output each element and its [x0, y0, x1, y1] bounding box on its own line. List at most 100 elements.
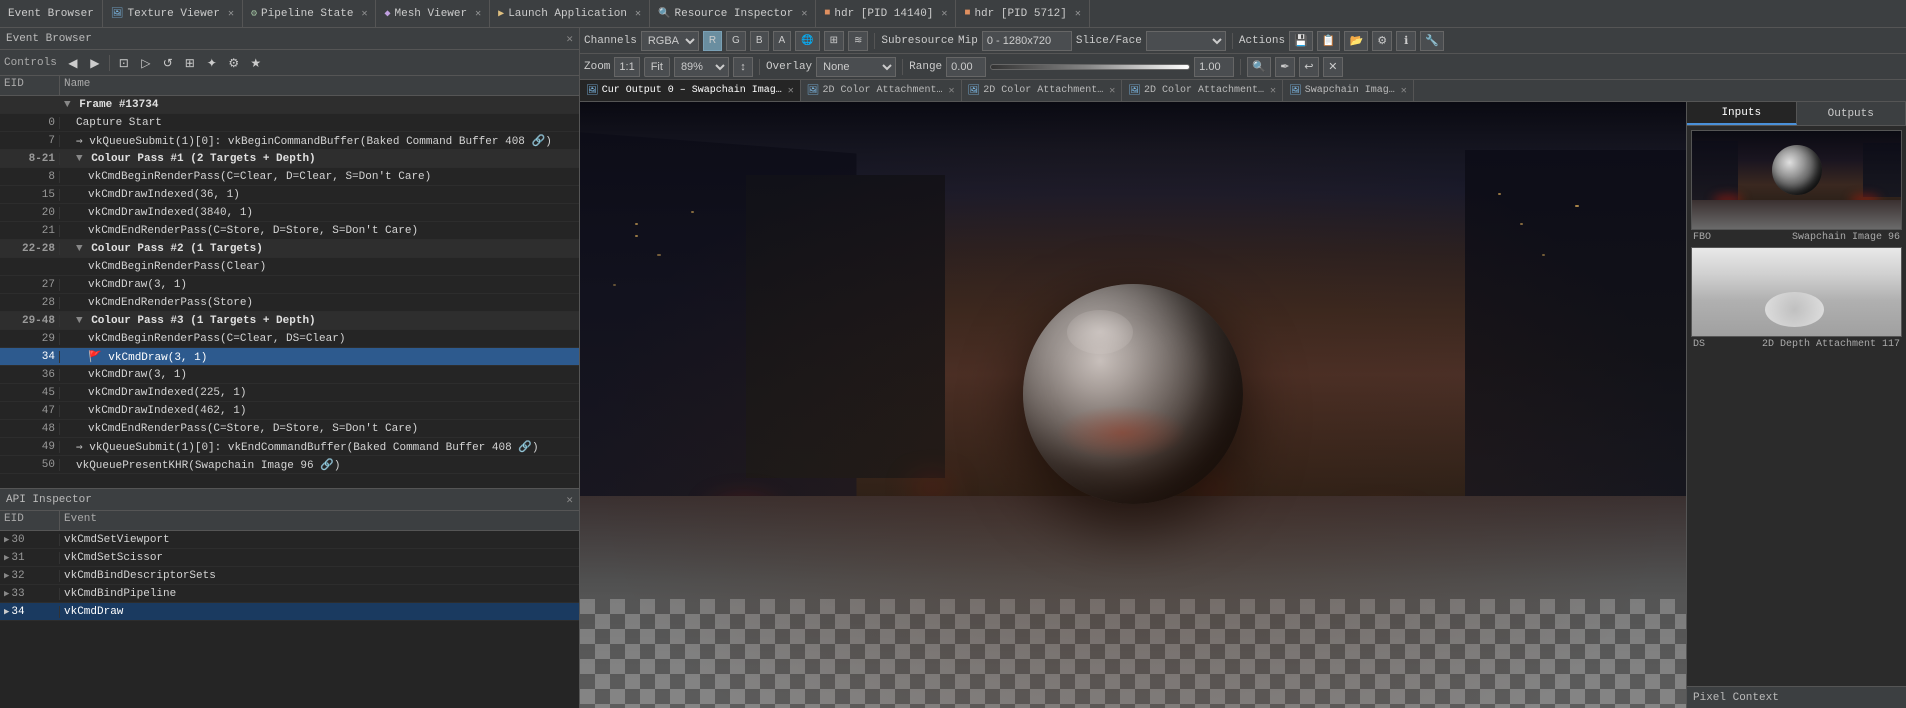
next-event-btn[interactable]: ▶	[85, 53, 105, 73]
zoom-flip-btn[interactable]: ↕	[733, 57, 753, 77]
table-row[interactable]: 7 ⇒ vkQueueSubmit(1)[0]: vkBeginCommandB…	[0, 132, 579, 150]
step-btn[interactable]: ⊞	[180, 53, 200, 73]
table-row[interactable]: 15 vkCmdDrawIndexed(36, 1)	[0, 186, 579, 204]
tab-mesh-viewer[interactable]: ◆ Mesh Viewer ✕	[376, 0, 490, 28]
close-mesh-viewer[interactable]: ✕	[475, 8, 481, 20]
table-row[interactable]: 48 vkCmdEndRenderPass(C=Store, D=Store, …	[0, 420, 579, 438]
texture-canvas[interactable]	[580, 102, 1686, 708]
table-row[interactable]: 28 vkCmdEndRenderPass(Store)	[0, 294, 579, 312]
output-tab-2d-color-2[interactable]: 🖼 2D Color Attachment… ✕	[962, 80, 1123, 101]
fbo-thumbnail-label: FBO Swapchain Image 96	[1691, 232, 1902, 243]
table-row[interactable]: 8-21 ▼ Colour Pass #1 (2 Targets + Depth…	[0, 150, 579, 168]
overlay-select[interactable]: None	[816, 57, 896, 77]
tab-launch-app[interactable]: ▶ Launch Application ✕	[490, 0, 650, 28]
close-hdr-5712[interactable]: ✕	[1075, 8, 1081, 20]
api-row[interactable]: ▶ 31 vkCmdSetScissor	[0, 549, 579, 567]
table-row[interactable]: 21 vkCmdEndRenderPass(C=Store, D=Store, …	[0, 222, 579, 240]
api-row[interactable]: ▶ 30 vkCmdSetViewport	[0, 531, 579, 549]
range-min-input[interactable]	[946, 57, 986, 77]
table-row-selected[interactable]: 34 🚩 vkCmdDraw(3, 1)	[0, 348, 579, 366]
play-btn[interactable]: ▷	[136, 53, 156, 73]
zoom-in-btn[interactable]: 🔍	[1247, 57, 1271, 77]
table-row[interactable]: 20 vkCmdDrawIndexed(3840, 1)	[0, 204, 579, 222]
channel-grid-btn[interactable]: ⊞	[824, 31, 844, 51]
slice-face-select[interactable]	[1146, 31, 1226, 51]
debug-btn[interactable]: ✦	[202, 53, 222, 73]
tab-outputs[interactable]: Outputs	[1797, 102, 1906, 125]
zoom-percent-select[interactable]: 89%	[674, 57, 729, 77]
table-row[interactable]: 49 ⇒ vkQueueSubmit(1)[0]: vkEndCommandBu…	[0, 438, 579, 456]
table-row[interactable]: 0 Capture Start	[0, 114, 579, 132]
channels-select[interactable]: RGBA	[641, 31, 699, 51]
tab-resource-inspector[interactable]: 🔍 Resource Inspector ✕	[650, 0, 816, 28]
event-list[interactable]: ▼ Frame #13734 0 Capture Start 7 ⇒ vkQue…	[0, 96, 579, 488]
table-row[interactable]: 45 vkCmdDrawIndexed(225, 1)	[0, 384, 579, 402]
output-tab-cur-output-0[interactable]: 🖼 Cur Output 0 – Swapchain Imag… ✕	[580, 80, 801, 101]
tab-inputs[interactable]: Inputs	[1687, 102, 1797, 125]
close-texture-viewer[interactable]: ✕	[228, 8, 234, 20]
channel-a-btn[interactable]: A	[773, 31, 792, 51]
output-tab-2d-color-1[interactable]: 🖼 2D Color Attachment… ✕	[801, 80, 962, 101]
channel-wave-btn[interactable]: ≋	[848, 31, 868, 51]
close-pipeline-state[interactable]: ✕	[361, 8, 367, 20]
tab-texture-viewer[interactable]: 🖼 Texture Viewer ✕	[103, 0, 243, 28]
close-2d-color-3[interactable]: ✕	[1270, 85, 1276, 97]
thumb-floor	[1692, 200, 1901, 229]
zoom-11-btn[interactable]: 1:1	[614, 57, 639, 77]
depth-thumbnail-image[interactable]	[1691, 247, 1902, 337]
table-row[interactable]: 27 vkCmdDraw(3, 1)	[0, 276, 579, 294]
action-info-btn[interactable]: ℹ	[1396, 31, 1416, 51]
action-settings2-btn[interactable]: ⚙	[1372, 31, 1392, 51]
channel-globe-btn[interactable]: 🌐	[795, 31, 819, 51]
table-row[interactable]: 22-28 ▼ Colour Pass #2 (1 Targets)	[0, 240, 579, 258]
close-swapchain-2[interactable]: ✕	[1401, 85, 1407, 97]
table-row[interactable]: 47 vkCmdDrawIndexed(462, 1)	[0, 402, 579, 420]
action-save-btn[interactable]: 💾	[1289, 31, 1313, 51]
table-row[interactable]: 29 vkCmdBeginRenderPass(C=Clear, DS=Clea…	[0, 330, 579, 348]
table-row[interactable]: 8 vkCmdBeginRenderPass(C=Clear, D=Clear,…	[0, 168, 579, 186]
loop-btn[interactable]: ↺	[158, 53, 178, 73]
fbo-thumbnail-image[interactable]	[1691, 130, 1902, 230]
close-resource-inspector[interactable]: ✕	[801, 8, 807, 20]
capture-btn[interactable]: ⊡	[114, 53, 134, 73]
table-row[interactable]: ▼ Frame #13734	[0, 96, 579, 114]
redo-btn[interactable]: ✕	[1323, 57, 1343, 77]
prev-event-btn[interactable]: ◀	[63, 53, 83, 73]
action-copy-btn[interactable]: 📋	[1317, 31, 1341, 51]
api-row[interactable]: ▶ 33 vkCmdBindPipeline	[0, 585, 579, 603]
channel-g-btn[interactable]: G	[726, 31, 746, 51]
api-row[interactable]: ▶ 32 vkCmdBindDescriptorSets	[0, 567, 579, 585]
fbo-thumb-render	[1692, 131, 1901, 229]
tab-hdr-14140[interactable]: ■ hdr [PID 14140] ✕	[816, 0, 956, 28]
color-pick-btn[interactable]: ✒	[1275, 57, 1295, 77]
channel-r-btn[interactable]: R	[703, 31, 722, 51]
api-list[interactable]: ▶ 30 vkCmdSetViewport ▶ 31 vkCmdSetSciss…	[0, 531, 579, 708]
close-2d-color-1[interactable]: ✕	[949, 85, 955, 97]
table-row[interactable]: 29-48 ▼ Colour Pass #3 (1 Targets + Dept…	[0, 312, 579, 330]
close-api-inspector-icon[interactable]: ✕	[566, 493, 573, 507]
action-open-btn[interactable]: 📂	[1344, 31, 1368, 51]
action-debug2-btn[interactable]: 🔧	[1420, 31, 1444, 51]
event-table-header: EID Name	[0, 76, 579, 96]
channel-b-btn[interactable]: B	[750, 31, 769, 51]
undo-btn[interactable]: ↩	[1299, 57, 1319, 77]
output-tab-swapchain-2[interactable]: 🖼 Swapchain Imag… ✕	[1283, 80, 1414, 101]
api-row-selected[interactable]: ▶ 34 vkCmdDraw	[0, 603, 579, 621]
table-row[interactable]: 50 vkQueuePresentKHR(Swapchain Image 96 …	[0, 456, 579, 474]
range-max-input[interactable]	[1194, 57, 1234, 77]
settings-btn[interactable]: ⚙	[224, 53, 244, 73]
output-tab-2d-color-3[interactable]: 🖼 2D Color Attachment… ✕	[1122, 80, 1283, 101]
close-event-browser-icon[interactable]: ✕	[566, 32, 573, 46]
close-launch-app[interactable]: ✕	[635, 8, 641, 20]
close-2d-color-2[interactable]: ✕	[1109, 85, 1115, 97]
tab-hdr-5712[interactable]: ■ hdr [PID 5712] ✕	[956, 0, 1089, 28]
range-slider[interactable]	[990, 64, 1190, 70]
table-row[interactable]: 36 vkCmdDraw(3, 1)	[0, 366, 579, 384]
tab-pipeline-state[interactable]: ⚙ Pipeline State ✕	[243, 0, 376, 28]
close-output-tab-0[interactable]: ✕	[788, 85, 794, 97]
close-hdr-14140[interactable]: ✕	[941, 8, 947, 20]
bookmark-btn[interactable]: ★	[246, 53, 266, 73]
table-row[interactable]: vkCmdBeginRenderPass(Clear)	[0, 258, 579, 276]
fit-btn[interactable]: Fit	[644, 57, 670, 77]
mip-input[interactable]	[982, 31, 1072, 51]
